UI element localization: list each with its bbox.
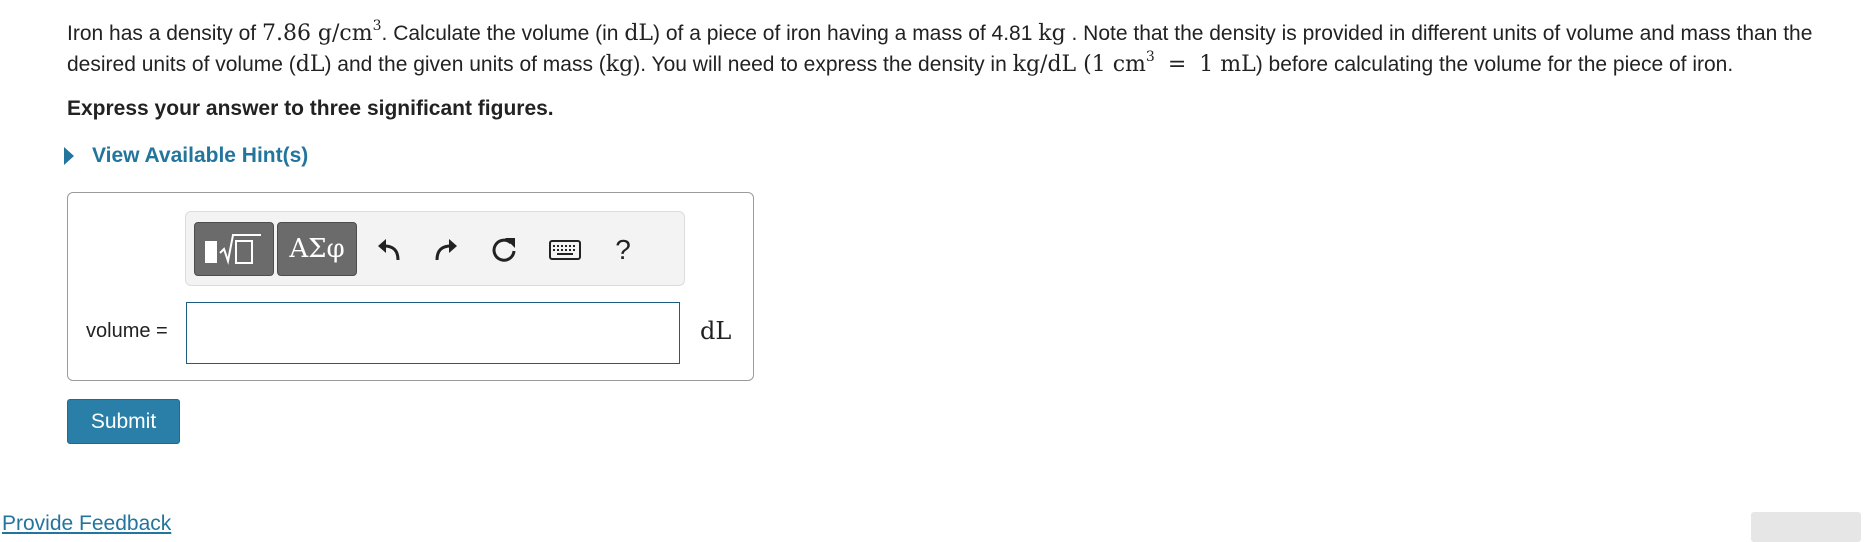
unit-kg-per-dl: kg/dL [1012,52,1077,77]
greek-symbols-button[interactable]: ΑΣφ [277,222,357,276]
problem-statement: Iron has a density of 7.86 g/cm3. Calcul… [67,17,1813,77]
instruction: Express your answer to three significant… [67,97,554,120]
conversion-right: 1 mL [1199,52,1256,77]
unit-kg: kg [605,52,634,77]
problem-text: Iron has a density of [67,22,262,45]
keyboard-button[interactable] [547,232,583,268]
math-toolbar: ΑΣφ ? [185,211,685,286]
provide-feedback-link[interactable]: Provide Feedback [2,512,171,536]
volume-label: volume = [86,320,168,342]
unit-dl: dL [624,21,654,46]
conversion-left: 1 cm3 [1091,48,1155,77]
templates-button[interactable] [194,222,274,276]
redo-icon [435,239,457,261]
answer-panel: ΑΣφ ? volume = dL [67,192,754,381]
hint-label: View Available Hint(s) [92,144,309,167]
unit-dl: dL [295,52,325,77]
volume-input[interactable] [186,302,680,364]
expand-triangle-icon [64,147,74,165]
reset-icon [492,238,516,262]
keyboard-icon [549,240,581,260]
submit-button[interactable]: Submit [67,399,180,444]
redo-button[interactable] [428,232,464,268]
next-button[interactable] [1751,512,1861,542]
view-hints-toggle[interactable]: View Available Hint(s) [64,144,308,168]
unit-label: dL [700,317,732,345]
undo-button[interactable] [371,232,407,268]
unit-kg: kg [1038,21,1066,46]
density-value: 7.86 g/cm3 [261,17,382,46]
help-icon: ? [615,234,631,265]
help-button[interactable]: ? [605,232,641,268]
undo-icon [378,239,400,261]
templates-icon [205,234,261,265]
reset-button[interactable] [486,232,522,268]
